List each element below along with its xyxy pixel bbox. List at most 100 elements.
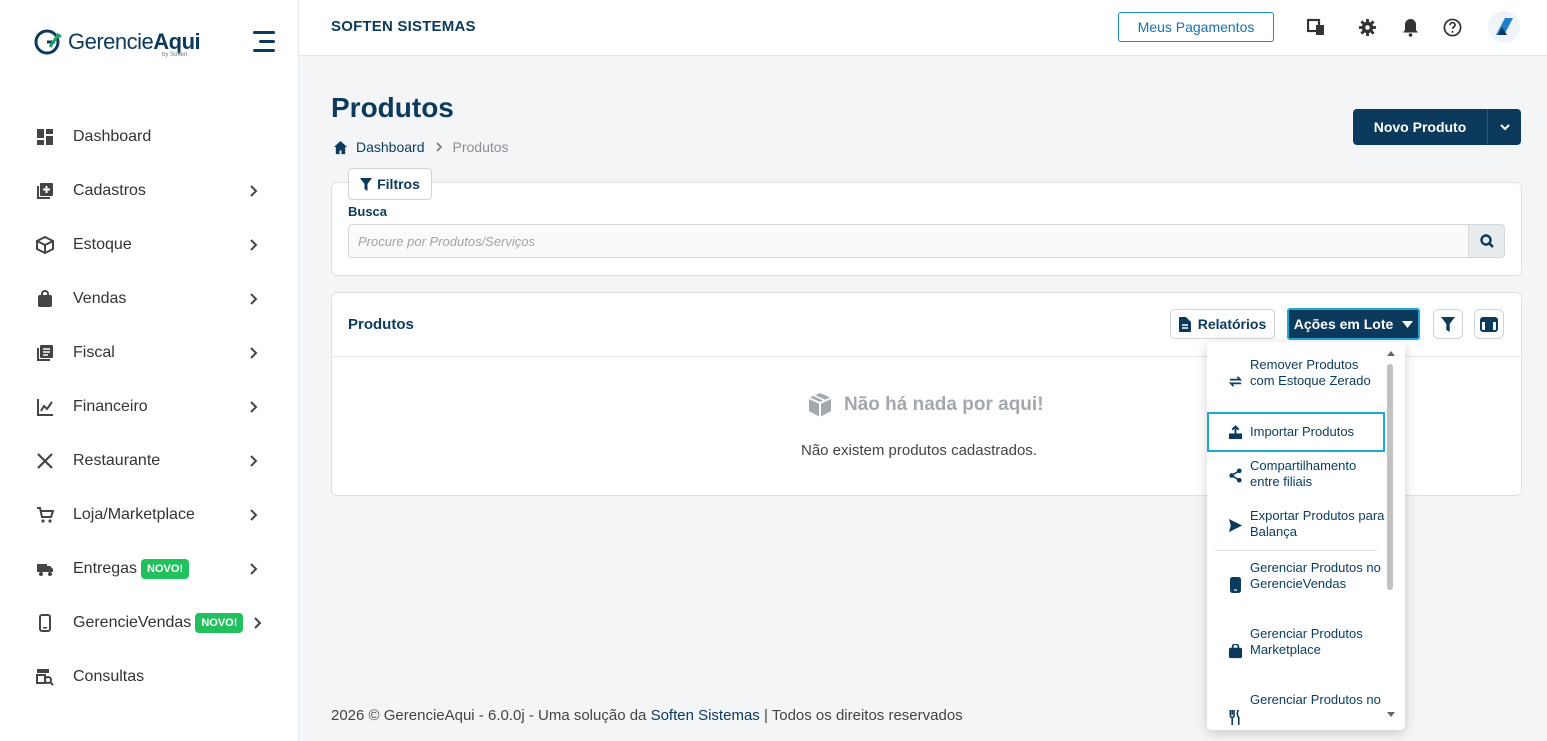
menu-item-export-scale[interactable]: Exportar Produtos para Balança <box>1207 508 1385 542</box>
app-logo[interactable]: GerencieAqui by Soften <box>34 22 201 62</box>
chevron-right-icon <box>250 185 258 197</box>
sidebar-nav: Dashboard Cadastros Estoque Vendas Fisca… <box>0 110 299 704</box>
chevron-right-icon <box>250 509 258 521</box>
sidebar: GerencieAqui by Soften Dashboard Cadastr… <box>0 0 299 741</box>
truck-icon <box>35 559 55 579</box>
help-icon[interactable] <box>1441 16 1463 38</box>
cutlery-icon <box>35 451 55 471</box>
company-name: SOFTEN SISTEMAS <box>331 18 476 35</box>
reports-button[interactable]: Relatórios <box>1170 309 1275 339</box>
phone-icon <box>35 613 55 633</box>
sidebar-item-label: Dashboard <box>73 128 152 145</box>
filter-icon <box>1441 316 1455 332</box>
sidebar-item-label: GerencieVendas <box>73 614 192 631</box>
footer-company-link[interactable]: Soften Sistemas <box>651 707 760 724</box>
caret-down-icon <box>1402 320 1414 328</box>
filter-icon <box>360 177 373 191</box>
chevron-right-icon <box>250 239 258 251</box>
shopping-bag-icon <box>35 289 55 309</box>
logo-mark-icon <box>34 29 62 55</box>
topbar: SOFTEN SISTEMAS Meus Pagamentos <box>299 0 1547 56</box>
my-payments-button[interactable]: Meus Pagamentos <box>1118 12 1274 42</box>
empty-state-description: Não existem produtos cadastrados. <box>801 442 1037 459</box>
breadcrumb-dashboard-link[interactable]: Dashboard <box>356 139 425 155</box>
home-icon[interactable] <box>333 140 348 155</box>
box-icon <box>35 235 55 255</box>
share-icon <box>1227 467 1243 483</box>
cart-icon <box>35 505 55 525</box>
sidebar-item-label: Estoque <box>73 236 132 253</box>
search-input[interactable] <box>348 224 1469 258</box>
gear-icon[interactable] <box>1356 16 1378 38</box>
columns-button[interactable] <box>1474 309 1504 339</box>
sidebar-item-label: Cadastros <box>73 182 146 199</box>
chevron-right-icon <box>250 401 258 413</box>
menu-toggle-icon[interactable] <box>251 31 275 53</box>
new-product-button[interactable]: Novo Produto <box>1353 109 1487 145</box>
sidebar-item-entregas[interactable]: Entregas NOVO! <box>0 542 299 596</box>
menu-item-remove-zero-stock[interactable]: Remover Produtos com Estoque Zerado <box>1207 356 1385 406</box>
sidebar-item-gerencievendas[interactable]: GerencieVendas NOVO! <box>0 596 299 650</box>
dashboard-icon <box>35 127 55 147</box>
menu-divider <box>1215 550 1377 551</box>
chevron-right-icon <box>435 142 442 152</box>
cutlery-icon <box>1227 709 1243 725</box>
menu-item-label: Importar Produtos <box>1250 424 1355 439</box>
batch-actions-label: Ações em Lote <box>1293 316 1394 332</box>
filters-tab-label: Filtros <box>377 176 420 192</box>
new-product-dropdown-toggle[interactable] <box>1487 109 1521 145</box>
footer-prefix: 2026 © GerencieAqui - 6.0.0j - Uma soluç… <box>331 707 651 724</box>
chevron-right-icon <box>250 293 258 305</box>
sidebar-item-label: Consultas <box>73 668 145 685</box>
breadcrumb-current: Produtos <box>452 139 509 155</box>
sidebar-item-consultas[interactable]: Consultas <box>0 650 299 704</box>
breadcrumb: Dashboard Produtos <box>333 139 509 155</box>
sidebar-item-fiscal[interactable]: Fiscal <box>0 326 299 380</box>
upload-icon <box>1227 424 1243 440</box>
menu-item-label: Gerenciar Produtos Marketplace <box>1250 626 1363 657</box>
sidebar-item-vendas[interactable]: Vendas <box>0 272 299 326</box>
menu-item-manage-gerencievendas[interactable]: Gerenciar Produtos no GerencieVendas <box>1207 560 1385 610</box>
new-badge: NOVO! <box>195 613 244 633</box>
menu-item-share-branches[interactable]: Compartilhamento entre filiais <box>1207 458 1385 492</box>
menu-item-label: Compartilhamento entre filiais <box>1250 458 1357 489</box>
menu-scrollbar[interactable] <box>1385 346 1397 726</box>
sidebar-item-label: Vendas <box>73 290 127 307</box>
filters-tab[interactable]: Filtros <box>348 168 432 200</box>
empty-box-icon <box>808 393 832 417</box>
search-label: Busca <box>348 204 388 219</box>
scroll-down-icon[interactable] <box>1387 712 1395 718</box>
user-avatar[interactable] <box>1487 10 1521 44</box>
empty-state-title: Não há nada por aqui! <box>806 391 1044 419</box>
menu-scroll-thumb[interactable] <box>1387 364 1393 590</box>
chevron-right-icon <box>250 347 258 359</box>
send-icon <box>1227 517 1243 533</box>
sidebar-item-loja-marketplace[interactable]: Loja/Marketplace <box>0 488 299 542</box>
menu-item-manage-marketplace[interactable]: Gerenciar Produtos Marketplace <box>1207 626 1385 676</box>
bell-icon[interactable] <box>1399 16 1421 38</box>
chevron-down-icon <box>1499 124 1510 131</box>
table-columns-icon <box>1480 316 1498 332</box>
sidebar-item-dashboard[interactable]: Dashboard <box>0 110 299 164</box>
reports-button-label: Relatórios <box>1197 316 1267 332</box>
sidebar-item-label: Financeiro <box>73 398 148 415</box>
menu-item-manage-restaurant[interactable]: Gerenciar Produtos no <box>1207 692 1385 730</box>
footer: 2026 © GerencieAqui - 6.0.0j - Uma soluç… <box>331 707 963 724</box>
sidebar-item-label: Restaurante <box>73 452 161 469</box>
sidebar-item-label: Fiscal <box>73 344 115 361</box>
screens-icon[interactable] <box>1305 16 1327 38</box>
menu-item-import-products[interactable]: Importar Produtos <box>1207 412 1385 452</box>
sidebar-item-cadastros[interactable]: Cadastros <box>0 164 299 218</box>
shopping-bag-icon <box>1227 643 1243 659</box>
search-button[interactable] <box>1468 224 1505 258</box>
sidebar-item-estoque[interactable]: Estoque <box>0 218 299 272</box>
search-icon <box>1479 234 1494 248</box>
logo-subtext: by Soften <box>162 52 188 58</box>
batch-actions-button[interactable]: Ações em Lote <box>1287 308 1420 340</box>
phone-icon <box>1227 577 1243 593</box>
sidebar-item-financeiro[interactable]: Financeiro <box>0 380 299 434</box>
sidebar-item-restaurante[interactable]: Restaurante <box>0 434 299 488</box>
search-doc-icon <box>35 667 55 687</box>
scroll-up-icon[interactable] <box>1387 350 1395 356</box>
filter-toggle-button[interactable] <box>1433 309 1463 339</box>
